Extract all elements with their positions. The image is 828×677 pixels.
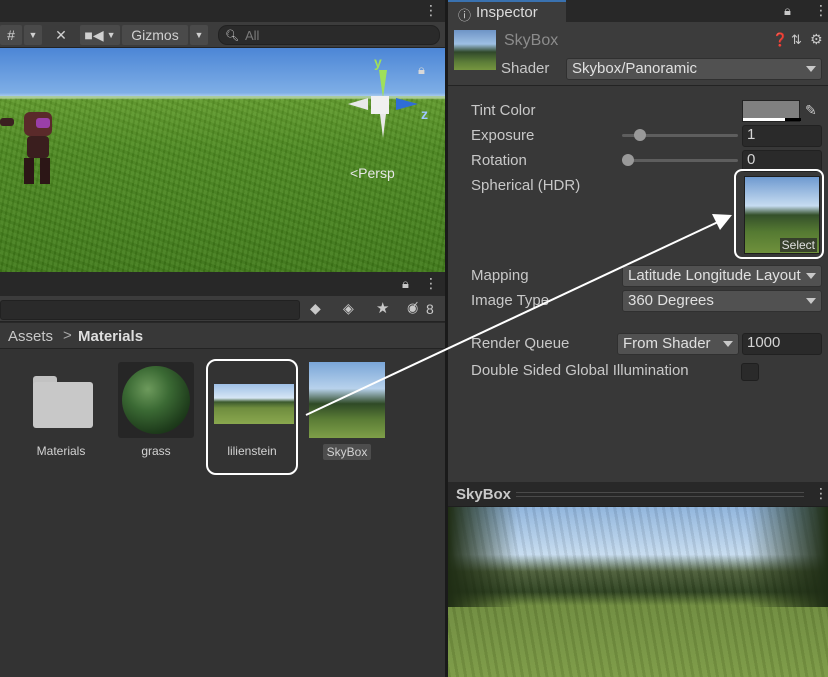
annotation-arrow	[305, 214, 732, 416]
